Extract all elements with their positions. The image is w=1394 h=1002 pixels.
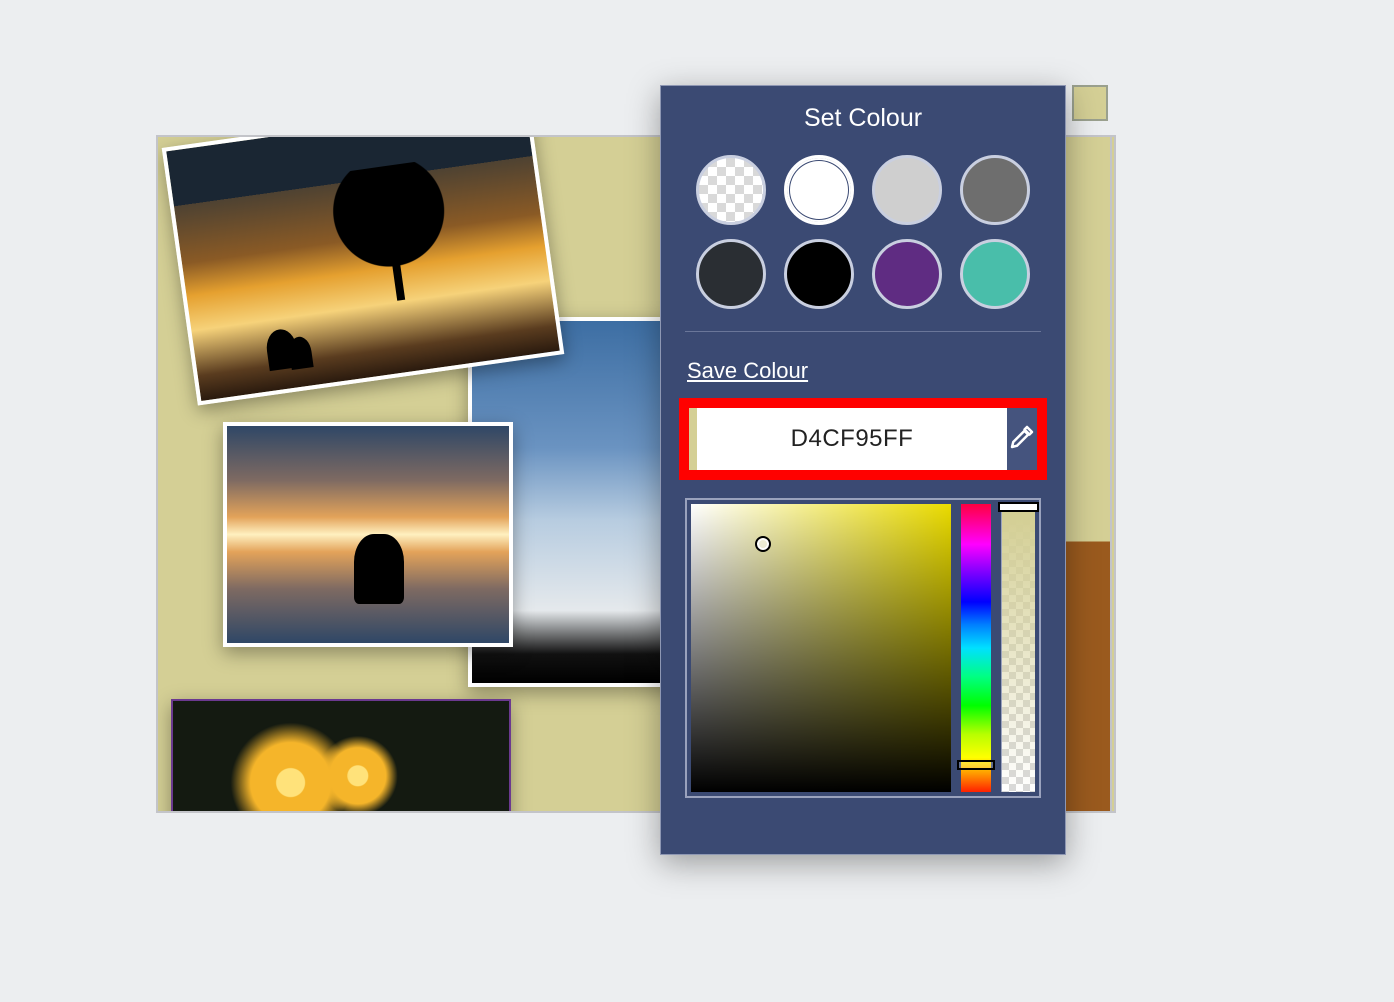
sv-handle[interactable] — [755, 536, 771, 552]
hue-slider[interactable] — [961, 504, 991, 792]
set-colour-dialog: Set Colour Save Colour — [660, 85, 1066, 855]
hex-preview-swatch — [689, 408, 697, 470]
preset-teal[interactable] — [960, 239, 1030, 309]
colour-picker — [685, 498, 1041, 798]
preset-transparent[interactable] — [696, 155, 766, 225]
hex-input[interactable] — [697, 408, 1007, 470]
saturation-value-panel[interactable] — [691, 504, 951, 792]
eyedropper-button[interactable] — [1007, 408, 1037, 470]
alpha-handle[interactable] — [998, 502, 1039, 512]
dialog-title: Set Colour — [685, 104, 1041, 133]
preset-charcoal[interactable] — [696, 239, 766, 309]
preset-light-grey[interactable] — [872, 155, 942, 225]
collage-photo-sparkler[interactable] — [171, 699, 511, 813]
preset-purple[interactable] — [872, 239, 942, 309]
preset-black[interactable] — [784, 239, 854, 309]
collage-photo-dock[interactable] — [223, 422, 513, 647]
preset-white[interactable] — [784, 155, 854, 225]
preset-colour-grid — [685, 155, 1041, 332]
preset-grey[interactable] — [960, 155, 1030, 225]
hex-input-row — [689, 408, 1037, 470]
hue-handle[interactable] — [957, 760, 995, 770]
eyedropper-icon — [1007, 422, 1037, 457]
save-colour-link[interactable]: Save Colour — [687, 358, 808, 384]
hex-input-highlight — [679, 398, 1047, 480]
alpha-slider[interactable] — [1001, 504, 1035, 792]
current-colour-swatch[interactable] — [1072, 85, 1108, 121]
